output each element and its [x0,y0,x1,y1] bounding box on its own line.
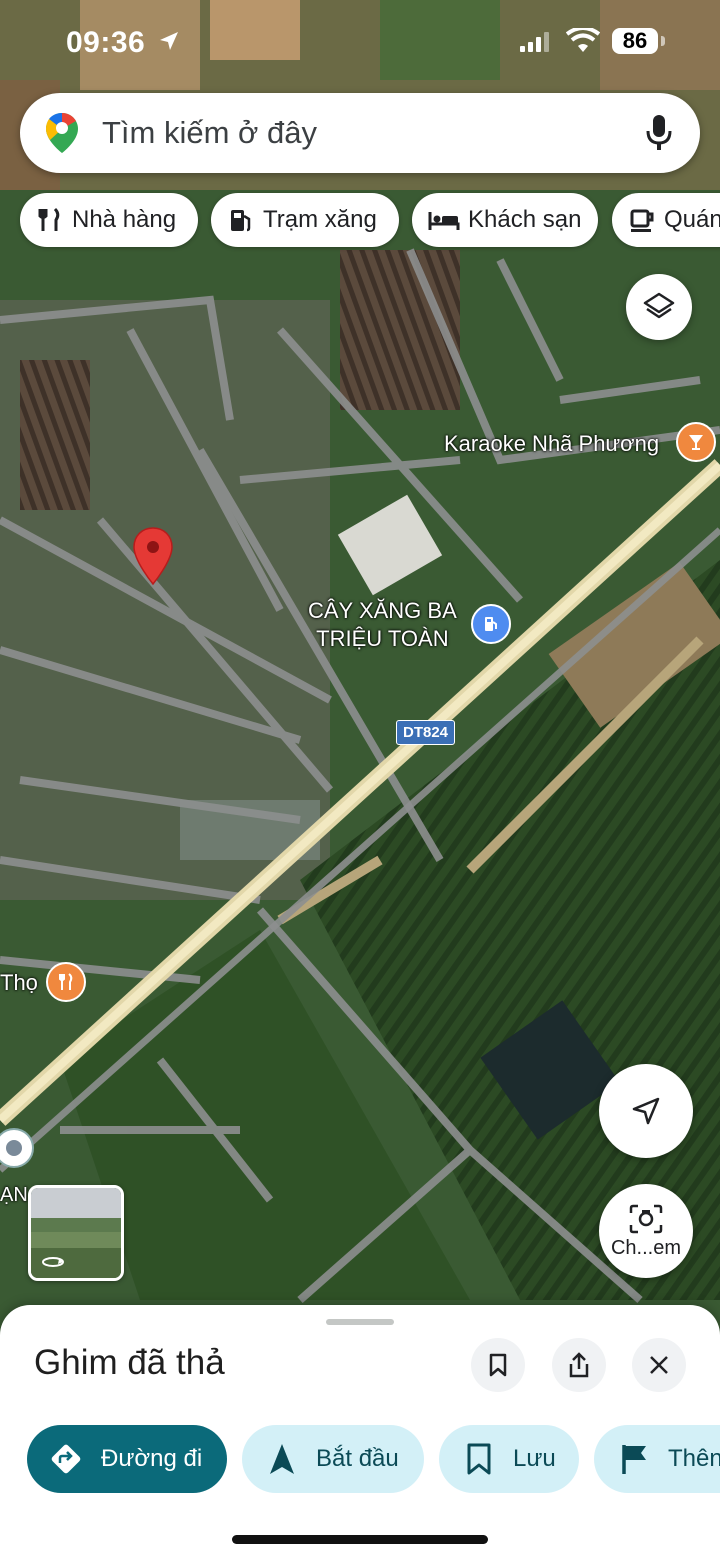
save-button[interactable]: Lưu [439,1425,579,1493]
camera-lens-icon [629,1204,663,1233]
poi-label-karaoke[interactable]: Karaoke Nhã Phương [444,431,659,457]
dropped-pin-icon[interactable] [131,526,175,588]
start-navigation-button[interactable]: Bắt đầu [242,1425,424,1493]
bookmark-icon [489,1353,507,1377]
place-bottom-sheet[interactable]: Ghim đã thả Đường đi Bắt đầu Lưu Thên [0,1305,720,1557]
navigation-arrow-icon [632,1097,660,1125]
lens-button-label: Ch...em [610,1236,682,1259]
start-label: Bắt đầu [316,1445,399,1472]
directions-button[interactable]: Đường đi [27,1425,227,1493]
microphone-icon[interactable] [644,113,674,153]
poi-label-gas-line2: TRIỆU TOÀN [316,626,449,651]
chip-gas-stations[interactable]: Trạm xăng [211,193,399,247]
chip-label: Khách sạn [468,206,582,233]
chip-restaurants[interactable]: Nhà hàng [20,193,198,247]
chip-hotels[interactable]: Khách sạn [412,193,598,247]
poi-label-gas-line1: CÂY XĂNG BA [308,598,457,623]
restaurant-icon [36,206,64,234]
layers-icon [643,292,675,319]
place-title: Ghim đã thả [34,1343,225,1382]
home-indicator[interactable] [232,1535,488,1544]
wifi-icon [566,28,600,52]
battery-tip [661,36,665,46]
directions-label: Đường đi [101,1445,203,1472]
chip-label: Trạm xăng [263,206,377,233]
directions-icon [51,1444,81,1474]
share-button[interactable] [552,1338,606,1392]
status-bar: 09:36 86 [0,0,720,80]
map-layers-button[interactable] [626,274,692,340]
road-shield-dt824: DT824 [396,720,456,745]
cellular-signal-icon [520,32,549,52]
bookmark-icon [467,1443,491,1475]
poi-label-tho[interactable]: Thọ [0,970,38,996]
chip-label: Nhà hàng [72,206,177,233]
location-arrow-icon [160,32,178,50]
gas-station-poi-icon[interactable] [471,604,511,644]
search-bar[interactable]: Tìm kiếm ở đây [20,93,700,173]
google-maps-logo-icon [46,113,78,153]
bar-poi-icon[interactable] [676,422,716,462]
hotel-icon [428,206,460,234]
status-time: 09:36 [66,26,146,59]
gas-station-icon [227,206,255,234]
more-button[interactable]: Thên [594,1425,720,1493]
chip-label: Quán [664,206,720,233]
restaurant-poi-icon[interactable] [46,962,86,1002]
sheet-drag-handle[interactable] [326,1319,394,1325]
navigation-arrow-icon [270,1444,294,1474]
category-chips: Nhà hàng Trạm xăng Khách sạn Quán [0,193,720,249]
street-view-thumbnail[interactable] [28,1185,124,1281]
cafe-icon [628,206,656,234]
share-icon [569,1352,589,1378]
chip-cafes[interactable]: Quán [612,193,720,247]
lens-search-button[interactable]: Ch...em [599,1184,693,1278]
close-icon [650,1356,668,1374]
poi-label-edge: ẠN [0,1184,28,1206]
save-bookmark-button[interactable] [471,1338,525,1392]
flag-icon [622,1445,646,1474]
my-location-button[interactable] [599,1064,693,1158]
battery-level: 86 [612,28,658,54]
save-label: Lưu [513,1445,556,1472]
poi-label-gas-station[interactable]: CÂY XĂNG BA TRIỆU TOÀN [308,598,457,652]
close-button[interactable] [632,1338,686,1392]
search-placeholder[interactable]: Tìm kiếm ở đây [102,115,317,151]
more-label: Thên [668,1445,720,1472]
